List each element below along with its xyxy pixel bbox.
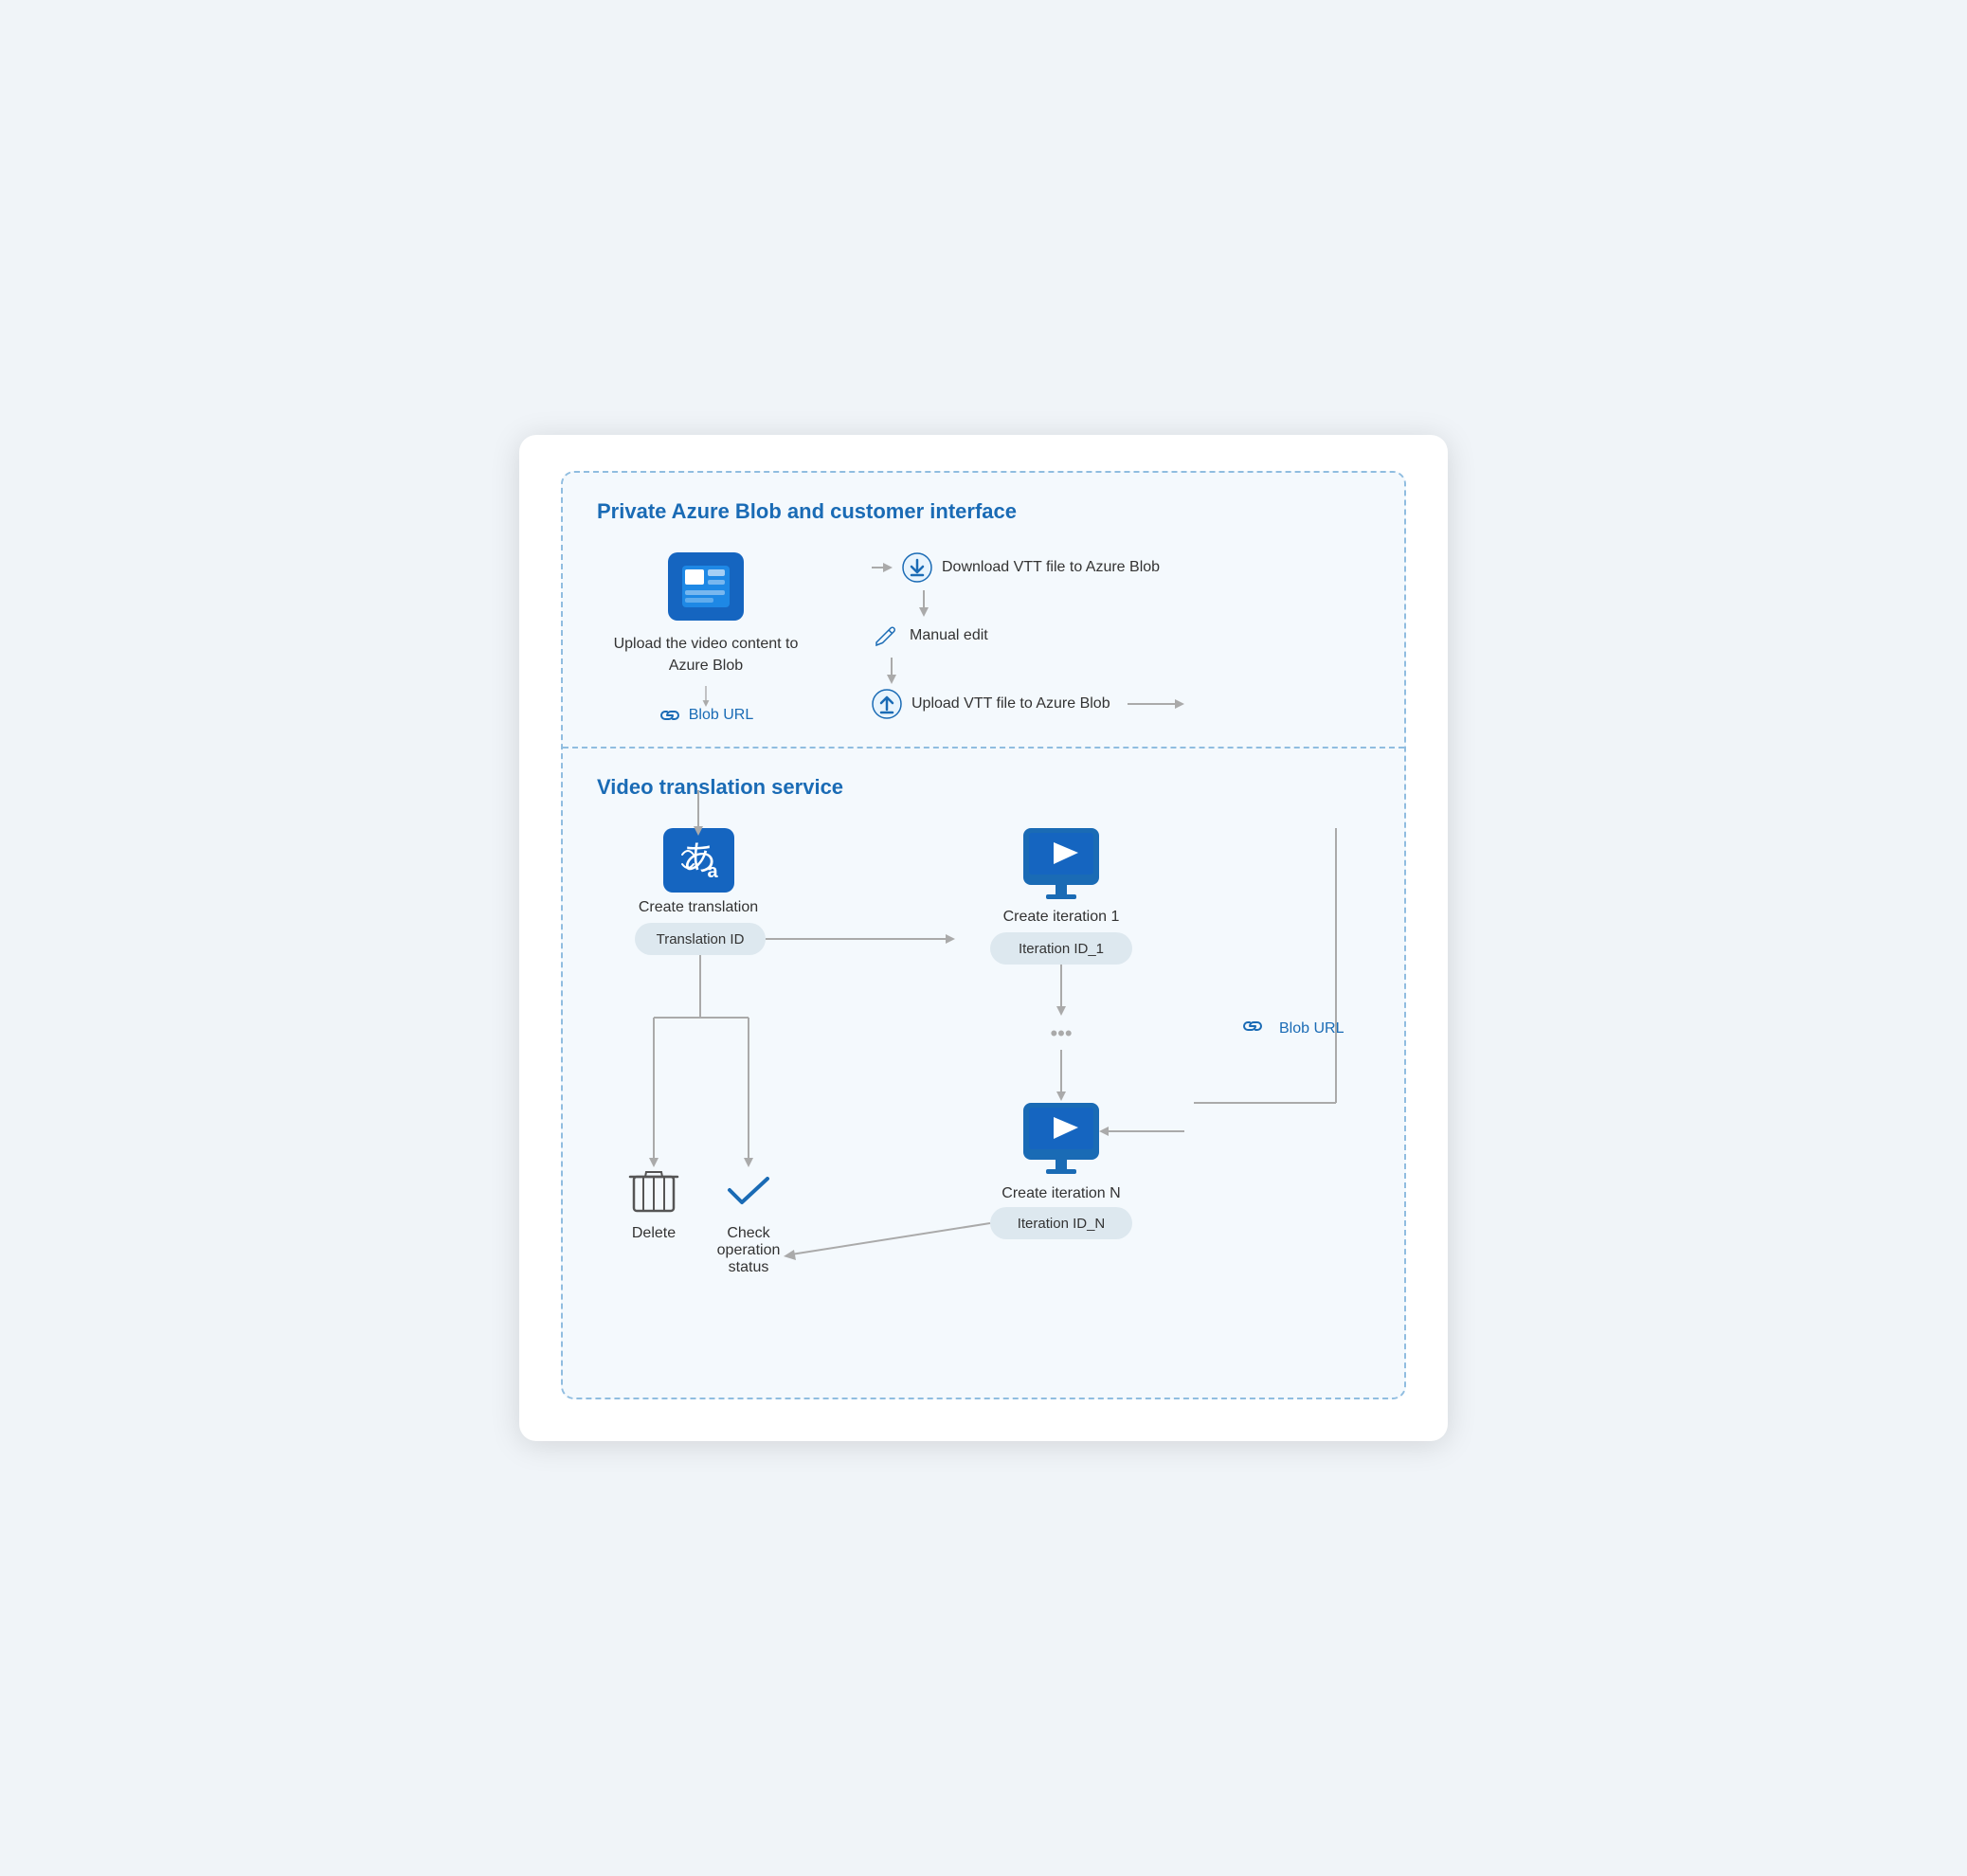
azure-blob-icon (668, 552, 744, 621)
check-icon-group (730, 1179, 767, 1202)
arrow-down-r1 (917, 590, 930, 617)
download-icon (902, 552, 932, 583)
main-card: Private Azure Blob and customer interfac… (519, 435, 1448, 1441)
svg-text:a: a (707, 861, 718, 882)
dots-label: ••• (1050, 1021, 1072, 1045)
upload-icon (872, 689, 902, 719)
upload-label: Upload the video content to Azure Blob (597, 634, 815, 676)
upload-vtt-label: Upload VTT file to Azure Blob (911, 695, 1110, 713)
delete-label: Delete (632, 1225, 676, 1241)
edit-icon (872, 622, 900, 650)
create-iteration1-label: Create iteration 1 (1003, 909, 1120, 925)
create-translation-label: Create translation (639, 899, 758, 915)
blob-url-top-label: Blob URL (689, 707, 753, 724)
create-iterationN-label: Create iteration N (1002, 1185, 1120, 1201)
top-section: Private Azure Blob and customer interfac… (563, 473, 1404, 749)
blob-icon-svg (680, 564, 731, 609)
translation-id-pill: Translation ID (657, 931, 745, 947)
monitor-icon-n-group (1023, 1103, 1099, 1174)
iteration-id1-pill: Iteration ID_1 (1019, 941, 1104, 957)
check-status-label2: operation (717, 1242, 781, 1258)
outer-section: Private Azure Blob and customer interfac… (561, 471, 1406, 1399)
iteration-idn-pill: Iteration ID_N (1018, 1216, 1106, 1232)
manual-edit-label: Manual edit (910, 627, 988, 644)
monitor-icon-1-group (1023, 828, 1099, 899)
check-status-label: Check (727, 1225, 770, 1241)
arrow-right-small (872, 561, 893, 574)
bottom-diagram: あ a Create translation Translation ID (597, 828, 1406, 1359)
link-icon-top (659, 707, 681, 724)
delete-icon-group (630, 1172, 677, 1211)
blob-url-top: Blob URL (659, 707, 753, 724)
upload-vtt-row: Upload VTT file to Azure Blob (872, 689, 1184, 719)
bottom-section-title: Video translation service (597, 775, 1370, 800)
arrow-down-r2 (885, 658, 898, 684)
download-vtt-label: Download VTT file to Azure Blob (942, 559, 1160, 576)
upload-vtt-arrow-right (1128, 697, 1184, 711)
top-section-title: Private Azure Blob and customer interfac… (597, 499, 1370, 524)
bottom-section: Video translation service あ a Create tra… (563, 749, 1404, 1398)
manual-edit-row: Manual edit (872, 622, 988, 650)
download-vtt-row: Download VTT file to Azure Blob (872, 552, 1160, 583)
blob-url-right-group (1244, 1022, 1261, 1030)
arrow-down-svg-1 (699, 686, 713, 707)
blob-url-right-label: Blob URL (1279, 1020, 1344, 1037)
check-status-label3: status (729, 1259, 769, 1275)
translation-icon-group: あ a (663, 828, 734, 893)
